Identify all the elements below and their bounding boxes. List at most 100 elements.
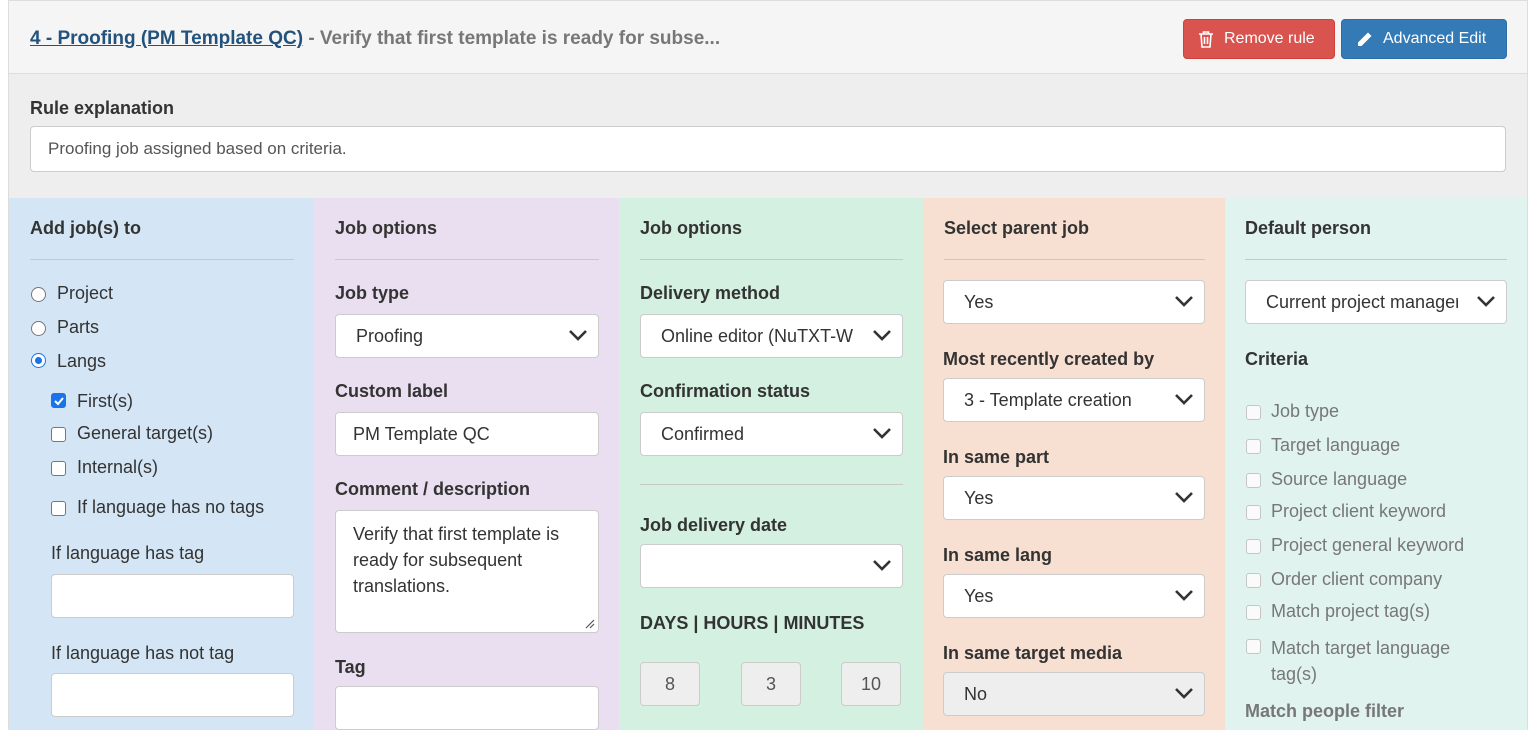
checkbox-firsts[interactable] bbox=[51, 393, 66, 408]
divider bbox=[30, 259, 294, 260]
delivery-method-value: Online editor (NuTXT-W bbox=[661, 326, 854, 346]
divider bbox=[335, 259, 599, 260]
job-type-value: Proofing bbox=[356, 326, 424, 346]
job-options-heading-1: Job options bbox=[335, 218, 437, 238]
divider bbox=[640, 259, 903, 260]
criteria-checkbox-client-company[interactable] bbox=[1246, 573, 1261, 588]
same-media-value: No bbox=[964, 684, 988, 704]
checkbox-firsts-label: First(s) bbox=[77, 391, 133, 411]
delivery-date-label: Job delivery date bbox=[640, 515, 788, 535]
comment-label: Comment / description bbox=[335, 479, 531, 499]
criteria-client-keyword-label: Project client keyword bbox=[1271, 501, 1447, 521]
criteria-target-language-tags-label: Match target language tag(s) bbox=[1271, 638, 1451, 684]
divider bbox=[1245, 259, 1507, 260]
chevron-down-icon bbox=[1477, 296, 1495, 307]
default-person-value: Current project manager bbox=[1266, 292, 1458, 312]
rule-link[interactable]: 4 - Proofing (PM Template QC) bbox=[30, 28, 303, 49]
advanced-edit-label: Advanced Edit bbox=[1383, 30, 1487, 47]
rule-subtitle: - Verify that first template is ready fo… bbox=[303, 28, 721, 49]
criteria-label: Criteria bbox=[1245, 349, 1309, 369]
radio-langs[interactable] bbox=[31, 353, 46, 368]
recent-created-select[interactable]: 3 - Template creation bbox=[943, 378, 1205, 422]
criteria-checkbox-project-tags[interactable] bbox=[1246, 605, 1261, 620]
criteria-project-tags-label: Match project tag(s) bbox=[1271, 601, 1431, 621]
checkbox-general-targets[interactable] bbox=[51, 427, 66, 442]
criteria-general-keyword-label: Project general keyword bbox=[1271, 535, 1465, 555]
parent-job-select[interactable]: Yes bbox=[943, 280, 1205, 324]
remove-rule-button[interactable]: Remove rule bbox=[1183, 19, 1335, 59]
chevron-down-icon bbox=[1175, 688, 1193, 699]
chevron-down-icon bbox=[873, 330, 891, 341]
comment-text: Verify that first template is ready for … bbox=[353, 524, 560, 596]
delivery-date-select[interactable] bbox=[640, 544, 903, 588]
has-not-tag-input[interactable] bbox=[51, 673, 294, 717]
custom-label-label: Custom label bbox=[335, 381, 449, 401]
default-person-column: Default person Current project manager C… bbox=[1225, 198, 1527, 730]
checkbox-internals[interactable] bbox=[51, 461, 66, 476]
parent-job-value: Yes bbox=[964, 292, 994, 312]
chevron-down-icon bbox=[1175, 590, 1193, 601]
criteria-checkbox-client-keyword[interactable] bbox=[1246, 505, 1261, 520]
criteria-checkbox-job-type[interactable] bbox=[1246, 405, 1261, 420]
delivery-method-select[interactable]: Online editor (NuTXT-W bbox=[640, 314, 903, 358]
checkbox-general-targets-label: General target(s) bbox=[77, 423, 214, 443]
divider bbox=[944, 259, 1205, 260]
job-options-column-1: Job options Job type Proofing Custom lab… bbox=[314, 198, 619, 730]
days-hours-minutes-label: DAYS | HOURS | MINUTES bbox=[640, 613, 865, 633]
criteria-client-company-label: Order client company bbox=[1271, 569, 1443, 589]
criteria-target-language-label: Target language bbox=[1271, 435, 1401, 455]
chevron-down-icon bbox=[1175, 394, 1193, 405]
tag-label: Tag bbox=[335, 657, 366, 677]
explanation-label: Rule explanation bbox=[30, 98, 175, 118]
criteria-checkbox-target-language-tags[interactable] bbox=[1246, 639, 1261, 654]
criteria-checkbox-target-language[interactable] bbox=[1246, 439, 1261, 454]
criteria-source-language-label: Source language bbox=[1271, 469, 1408, 489]
default-person-select[interactable]: Current project manager bbox=[1245, 280, 1507, 324]
criteria-checkbox-general-keyword[interactable] bbox=[1246, 539, 1261, 554]
minutes-input[interactable]: 10 bbox=[841, 662, 901, 706]
confirmation-status-label: Confirmation status bbox=[640, 381, 811, 401]
chevron-down-icon bbox=[1175, 296, 1193, 307]
delivery-method-label: Delivery method bbox=[640, 283, 781, 303]
advanced-edit-button[interactable]: Advanced Edit bbox=[1341, 19, 1507, 59]
rule-title: 4 - Proofing (PM Template QC) - Verify t… bbox=[30, 28, 720, 50]
same-lang-select[interactable]: Yes bbox=[943, 574, 1205, 618]
tag-input[interactable] bbox=[335, 686, 599, 730]
confirmation-status-value: Confirmed bbox=[661, 424, 745, 444]
criteria-checkbox-source-language[interactable] bbox=[1246, 473, 1261, 488]
checkbox-no-tags-label: If language has no tags bbox=[77, 497, 265, 517]
same-part-select[interactable]: Yes bbox=[943, 476, 1205, 520]
explanation-section: Rule explanation Proofing job assigned b… bbox=[9, 74, 1527, 198]
recent-created-label: Most recently created by bbox=[943, 349, 1155, 369]
radio-parts[interactable] bbox=[31, 321, 46, 336]
rule-panel: 4 - Proofing (PM Template QC) - Verify t… bbox=[8, 0, 1528, 730]
job-type-select[interactable]: Proofing bbox=[335, 314, 599, 358]
job-options-column-2: Job options Delivery method Online edito… bbox=[619, 198, 923, 730]
comment-textarea[interactable]: Verify that first template is ready for … bbox=[335, 510, 599, 633]
radio-project-label: Project bbox=[57, 283, 114, 303]
days-input[interactable]: 8 bbox=[640, 662, 700, 706]
same-media-select[interactable]: No bbox=[943, 672, 1205, 716]
divider bbox=[640, 484, 903, 485]
job-options-heading-2: Job options bbox=[640, 218, 742, 238]
default-person-heading: Default person bbox=[1245, 218, 1372, 238]
remove-rule-label: Remove rule bbox=[1224, 30, 1315, 47]
parent-job-heading: Select parent job bbox=[944, 218, 1090, 238]
has-tag-label: If language has tag bbox=[51, 543, 205, 563]
match-people-filter-label: Match people filter bbox=[1245, 701, 1405, 721]
hours-input[interactable]: 3 bbox=[741, 662, 801, 706]
same-media-label: In same target media bbox=[943, 643, 1123, 663]
job-type-label: Job type bbox=[335, 283, 410, 303]
same-part-value: Yes bbox=[964, 488, 994, 508]
explanation-input[interactable]: Proofing job assigned based on criteria. bbox=[30, 126, 1506, 172]
confirmation-status-select[interactable]: Confirmed bbox=[640, 412, 903, 456]
pencil-icon bbox=[1358, 32, 1372, 46]
trash-icon bbox=[1199, 31, 1213, 48]
checkbox-no-tags[interactable] bbox=[51, 501, 66, 516]
rule-header: 4 - Proofing (PM Template QC) - Verify t… bbox=[9, 0, 1527, 74]
has-tag-input[interactable] bbox=[51, 574, 294, 618]
chevron-down-icon bbox=[1175, 492, 1193, 503]
radio-project[interactable] bbox=[31, 287, 46, 302]
custom-label-input[interactable]: PM Template QC bbox=[335, 412, 599, 456]
chevron-down-icon bbox=[873, 428, 891, 439]
